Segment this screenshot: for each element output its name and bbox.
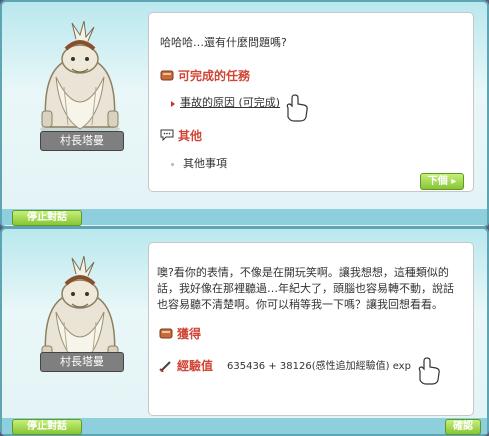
end-chat-button[interactable]: 停止對話 xyxy=(12,419,82,435)
greeting-text: 哈哈哈…還有什麼問題嗎? xyxy=(160,36,287,49)
npc-name-label: 村長塔曼 xyxy=(40,131,124,151)
end-chat-button[interactable]: 停止對話 xyxy=(12,210,82,226)
reward-label: 獲得 xyxy=(177,327,202,341)
hand-cursor-icon xyxy=(418,357,440,385)
quest-bullet-icon xyxy=(171,101,175,107)
message-line-3: 也容易聽不清楚啊。你可以稍等我一下嗎？讓我回想看看。 xyxy=(157,298,443,311)
quest-item-link[interactable]: 事故的原因 (可完成) xyxy=(180,95,280,110)
npc-dialog-reward: 村長塔曼 噢?看你的表情，不像是在開玩笑啊。讓我想想，這種類似的 話，我好像在那… xyxy=(0,227,489,436)
other-item-link[interactable]: 其他事項 xyxy=(183,156,227,171)
npc-portrait xyxy=(16,17,144,137)
hand-cursor-icon xyxy=(286,94,308,122)
message-line-1: 噢?看你的表情，不像是在開玩笑啊。讓我想想，這種類似的 xyxy=(157,266,449,279)
available-quests-label: 可完成的任務 xyxy=(178,69,251,83)
dialog-text-panel: 噢?看你的表情，不像是在開玩笑啊。讓我想想，這種類似的 話，我好像在那裡聽過…年… xyxy=(148,242,474,416)
message-line-2: 話，我好像在那裡聽過…年紀大了，頭腦也容易轉不動，說話 xyxy=(157,282,454,295)
reward-bag-icon xyxy=(159,328,173,339)
quest-scroll-icon xyxy=(160,70,174,81)
confirm-button[interactable]: 確認 xyxy=(445,419,481,435)
chat-bubble-icon xyxy=(160,129,174,141)
exp-label: 經驗值 xyxy=(177,359,214,373)
other-bullet-icon xyxy=(171,163,174,166)
npc-name-label: 村長塔曼 xyxy=(40,352,124,372)
other-label: 其他 xyxy=(178,129,203,143)
next-button[interactable]: 下個 ▸ xyxy=(420,173,464,190)
exp-sword-icon xyxy=(159,361,171,372)
dialog-text-panel: 哈哈哈…還有什麼問題嗎? 可完成的任務 事故的原因 (可完成) 其他 其他事項 … xyxy=(148,12,474,192)
exp-value: 635436 + 38126(感性追加經驗值) exp xyxy=(227,361,411,372)
npc-dialog-quest-list: 村長塔曼 哈哈哈…還有什麼問題嗎? 可完成的任務 事故的原因 (可完成) 其他 … xyxy=(0,0,489,228)
